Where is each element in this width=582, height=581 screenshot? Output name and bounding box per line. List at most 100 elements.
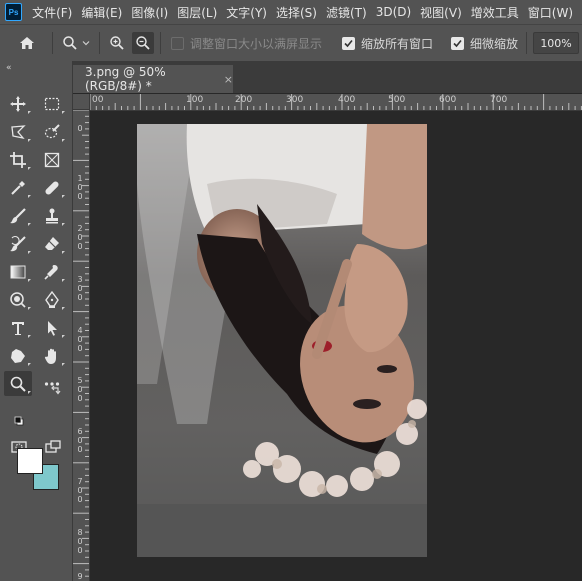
- ruler-label: 7 0 0: [77, 477, 83, 504]
- ruler-label: 600: [439, 95, 457, 105]
- zoom-out-button[interactable]: [132, 32, 154, 54]
- move-tool-icon: [10, 95, 26, 112]
- zoom-out-icon: [136, 36, 150, 50]
- smudge-tool-icon: [44, 264, 58, 280]
- pen-tool-icon: [45, 290, 59, 308]
- ruler-label: 0: [77, 124, 83, 133]
- scrubby-zoom-checkbox[interactable]: [451, 36, 465, 50]
- path-select-icon: [48, 320, 57, 336]
- ruler-label: 6 0 0: [77, 427, 83, 454]
- crop-tool-icon: [10, 151, 26, 168]
- quick-select-tool-icon: [44, 123, 60, 138]
- zoom-in-icon: [110, 36, 124, 50]
- type-tool[interactable]: [4, 315, 32, 340]
- photo-illustration: [137, 124, 427, 557]
- eraser-tool[interactable]: [38, 231, 66, 256]
- menu-filter[interactable]: 滤镜(T): [326, 4, 367, 21]
- brush-tool-icon: [10, 207, 26, 223]
- marquee-tool[interactable]: [38, 91, 66, 116]
- menu-edit[interactable]: 编辑(E): [81, 4, 122, 21]
- frame-tool-icon: [44, 152, 60, 167]
- screen-mode-icon[interactable]: [44, 438, 62, 456]
- home-icon: [20, 37, 34, 49]
- vertical-ruler[interactable]: 0 1 0 0 2 0 0 3 0 0 4 0 0 5 0 0 6 0 0 7 …: [73, 110, 90, 581]
- default-colors-icon[interactable]: [14, 416, 24, 426]
- dodge-tool[interactable]: [4, 287, 32, 312]
- zoom-all-windows-checkbox[interactable]: [342, 36, 356, 50]
- collapse-panel-icon[interactable]: «: [6, 63, 12, 73]
- menu-window[interactable]: 窗口(W): [528, 4, 573, 21]
- swap-colors-icon[interactable]: [51, 385, 61, 395]
- close-tab-icon[interactable]: ×: [224, 73, 233, 86]
- move-tool[interactable]: [4, 91, 32, 116]
- eyedropper-tool[interactable]: [4, 175, 32, 200]
- menu-select[interactable]: 选择(S): [276, 4, 317, 21]
- document-tab-title: 3.png @ 50%(RGB/8#) *: [85, 65, 166, 93]
- separator: [160, 32, 161, 54]
- smudge-tool[interactable]: [38, 259, 66, 284]
- menu-3d[interactable]: 3D(D): [376, 5, 411, 19]
- brush-tool[interactable]: [4, 203, 32, 228]
- history-brush-tool[interactable]: [4, 231, 32, 256]
- quick-select-tool[interactable]: [38, 119, 66, 144]
- menu-image[interactable]: 图像(I): [131, 4, 168, 21]
- healing-brush-icon: [45, 180, 59, 195]
- lasso-tool[interactable]: [4, 119, 32, 144]
- pen-tool[interactable]: [38, 287, 66, 312]
- crop-tool[interactable]: [4, 147, 32, 172]
- clone-stamp-icon: [46, 208, 58, 223]
- foreground-color-swatch[interactable]: [17, 448, 43, 474]
- ruler-label: 9: [77, 572, 83, 581]
- document-image[interactable]: [137, 124, 427, 557]
- menu-plugins[interactable]: 增效工具: [471, 4, 519, 21]
- zoom-icon: [63, 36, 77, 50]
- hand-tool[interactable]: [38, 343, 66, 368]
- path-selection-tool[interactable]: [38, 315, 66, 340]
- checkmark-icon: [453, 39, 462, 47]
- document-tab[interactable]: 3.png @ 50%(RGB/8#) * ×: [73, 65, 233, 93]
- frame-tool[interactable]: [38, 147, 66, 172]
- dodge-tool-icon: [10, 291, 26, 308]
- ruler-label: 8 0 0: [77, 528, 83, 555]
- ruler-ticks: [90, 94, 582, 110]
- zoom-value-field[interactable]: 100%: [533, 32, 580, 54]
- gradient-tool-icon: [10, 265, 26, 278]
- separator: [99, 32, 100, 54]
- ruler-label: 100: [186, 95, 204, 105]
- photoshop-logo: Ps: [5, 3, 23, 21]
- zoom-in-button[interactable]: [106, 32, 128, 54]
- lasso-tool-icon: [11, 124, 26, 139]
- chevron-down-icon: [82, 41, 90, 46]
- ruler-label: 5 0 0: [77, 376, 83, 403]
- shape-tool-icon: [11, 348, 25, 363]
- zoom-tool[interactable]: [4, 371, 32, 396]
- ruler-label: 4 0 0: [77, 326, 83, 353]
- resize-windows-checkbox[interactable]: [171, 36, 184, 50]
- ruler-label: 1 0 0: [77, 174, 83, 201]
- menu-bar: Ps 文件(F) 编辑(E) 图像(I) 图层(L) 文字(Y) 选择(S) 滤…: [0, 0, 582, 24]
- ruler-label: 400: [338, 95, 356, 105]
- gradient-tool[interactable]: [4, 259, 32, 284]
- ruler-label: 700: [490, 95, 508, 105]
- separator: [526, 32, 528, 54]
- home-button[interactable]: [16, 32, 38, 54]
- ruler-label: 300: [286, 95, 304, 105]
- history-brush-icon: [10, 235, 26, 251]
- scrubby-zoom-label: 细微缩放: [470, 36, 519, 51]
- eraser-tool-icon: [45, 236, 59, 250]
- clone-stamp-tool[interactable]: [38, 203, 66, 228]
- options-bar: 调整窗口大小以满屏显示 缩放所有窗口 细微缩放 100%: [0, 24, 582, 61]
- shape-tool[interactable]: [4, 343, 32, 368]
- ruler-origin[interactable]: [73, 94, 90, 110]
- zoom-preset-button[interactable]: [59, 32, 93, 54]
- zoom-all-windows-label: 缩放所有窗口: [361, 36, 434, 51]
- horizontal-ruler[interactable]: 00 100 200 300 400 500 600 700: [90, 94, 582, 111]
- ruler-label: 3 0 0: [77, 275, 83, 302]
- menu-view[interactable]: 视图(V): [420, 4, 462, 21]
- menu-type[interactable]: 文字(Y): [226, 4, 267, 21]
- menu-layer[interactable]: 图层(L): [177, 4, 217, 21]
- eyedropper-tool-icon: [11, 180, 25, 195]
- tools-panel: «: [0, 61, 73, 581]
- healing-brush-tool[interactable]: [38, 175, 66, 200]
- menu-file[interactable]: 文件(F): [32, 4, 72, 21]
